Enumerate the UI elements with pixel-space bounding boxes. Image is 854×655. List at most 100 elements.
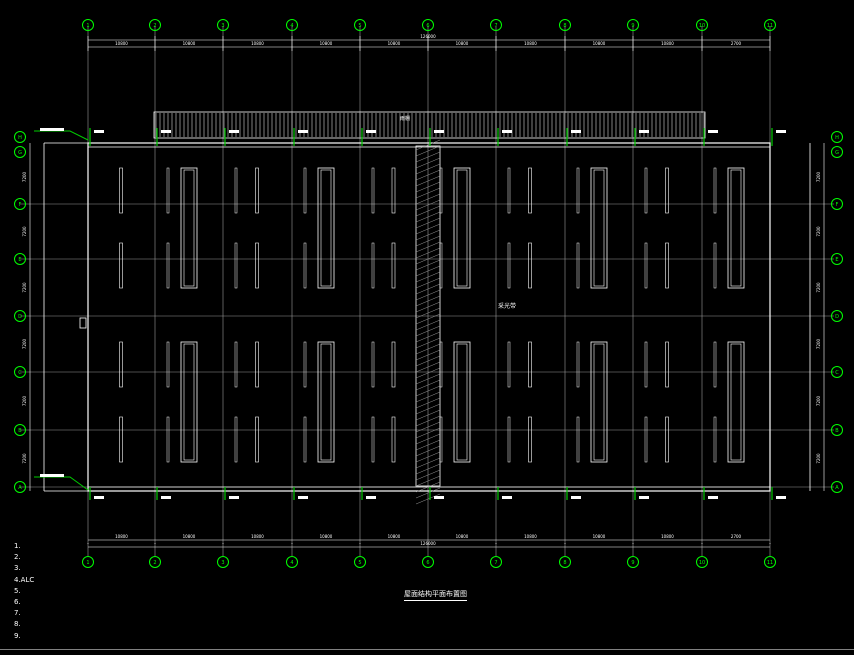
entrance-label [40, 128, 64, 131]
skylight-panel-inner [593, 343, 605, 461]
axis-bubble-label: A [835, 485, 839, 491]
dimension-value: 7200 [22, 226, 27, 237]
column-tag-label [434, 130, 444, 133]
axis-bubble-label: 2 [153, 23, 156, 29]
note-item: 7. [14, 609, 21, 618]
purlin-bar [528, 416, 532, 463]
purlin-bar [391, 242, 396, 289]
dimension-value: 7200 [816, 282, 821, 293]
column-tag-label [708, 130, 718, 133]
axis-bubble-label: 11 [767, 23, 773, 29]
column-tag-label [366, 130, 376, 133]
axis-bubble-label: B [18, 428, 22, 434]
tie-bar [507, 167, 511, 214]
axis-bubble-label: H [18, 135, 22, 141]
axis-bubble-label: E [18, 257, 21, 263]
purlin-bar [391, 167, 396, 214]
dimension-value: 7200 [816, 453, 821, 464]
note-item: 8. [14, 620, 21, 629]
tie-bar [166, 242, 170, 289]
skylight-panel-inner [183, 343, 195, 461]
axis-bubble-label: 8 [563, 23, 566, 29]
dimension-value: 10800 [115, 534, 128, 539]
axis-bubble-label: B [835, 428, 839, 434]
column-tag-label [161, 130, 171, 133]
purlin-bar [528, 242, 532, 289]
column-tag-label [298, 496, 308, 499]
axis-bubble-label: D [835, 314, 839, 320]
dimension-value: 7200 [816, 171, 821, 182]
skylight-panel [727, 341, 745, 463]
dimension-value: 10800 [524, 534, 537, 539]
axis-bubble-label: 3 [221, 560, 224, 566]
tie-bar [644, 341, 648, 388]
skylight-panel [317, 167, 335, 289]
tie-bar [234, 341, 238, 388]
axis-bubble-label: 2 [153, 560, 156, 566]
note-item: 3. [14, 564, 21, 573]
axis-bubble-label: 3 [221, 23, 224, 29]
dimension-value: 10800 [524, 41, 537, 46]
purlin-bar [528, 341, 532, 388]
dimension-value: 10800 [593, 41, 606, 46]
tie-bar [371, 341, 375, 388]
axis-bubble-label: F [836, 202, 839, 208]
tie-bar [234, 167, 238, 214]
dimension-value: 10800 [388, 534, 401, 539]
purlin-bar [665, 416, 669, 463]
axis-bubble-label: 5 [358, 23, 361, 29]
purlin-bar [255, 416, 259, 463]
purlin-bar [255, 167, 259, 214]
axis-bubble-label: G [18, 150, 22, 156]
canopy-label: 雨棚 [400, 115, 410, 122]
axis-bubble-label: 10 [699, 560, 705, 566]
purlin-bar [119, 167, 123, 214]
column-tag-label [94, 496, 104, 499]
column-tag-label [502, 496, 512, 499]
tie-bar [303, 167, 307, 214]
dimension-value: 10800 [115, 41, 128, 46]
purlin-bar [119, 416, 123, 463]
purlin-bar [119, 242, 123, 289]
column-tag-label [571, 130, 581, 133]
column-tag-label [366, 496, 376, 499]
purlin-bar [665, 341, 669, 388]
column-tag-label [434, 496, 444, 499]
axis-bubble-label: 8 [563, 560, 566, 566]
tie-bar [303, 416, 307, 463]
skylight-panel-inner [320, 169, 332, 287]
note-item: 4.ALC [14, 575, 35, 584]
skylight-label: 采光带 [498, 302, 516, 310]
dimension-value: 7200 [816, 338, 821, 349]
notes-list: 1. 2. 3. 4.ALC 5. 6. 7. 8. 9. [14, 541, 34, 642]
dimension-value: 10800 [593, 534, 606, 539]
column-tag-label [94, 130, 104, 133]
dimension-value: 2700 [731, 534, 742, 539]
tie-bar [576, 242, 580, 289]
axis-bubble-label: 10 [699, 23, 705, 29]
dimension-lines: 126000 10800 10800 10800 10800 10800 10800 1080… [22, 34, 825, 548]
dimension-value: 10800 [456, 534, 469, 539]
axis-bubble-label: C [835, 370, 839, 376]
dimension-value: 10800 [251, 41, 264, 46]
axis-bubble-label: 9 [631, 560, 634, 566]
dimension-value: 7200 [22, 395, 27, 406]
drawing-title: 屋面结构平面布置图 [404, 589, 467, 601]
purlin-bar [255, 341, 259, 388]
dimension-value: 7200 [22, 282, 27, 293]
structural-plan-drawing: 采光带雨棚 12600010800 10800 10800 10800 10800 108… [14, 19, 843, 568]
tie-bar [713, 416, 717, 463]
axis-bubble-label: 4 [290, 23, 293, 29]
axis-bubble-label: G [835, 150, 839, 156]
column-tag-label [639, 496, 649, 499]
dimension-value: 7200 [22, 171, 27, 182]
axis-bubble-label: 1 [86, 560, 89, 566]
building-outline: 采光带 雨棚 [34, 111, 811, 505]
tie-bar [166, 341, 170, 388]
skylight-panel [180, 167, 198, 289]
column-tag-label [708, 496, 718, 499]
dimension-total: 126000 [420, 34, 436, 39]
tie-bar [713, 242, 717, 289]
skylight-panel [727, 167, 745, 289]
tie-bar [576, 167, 580, 214]
